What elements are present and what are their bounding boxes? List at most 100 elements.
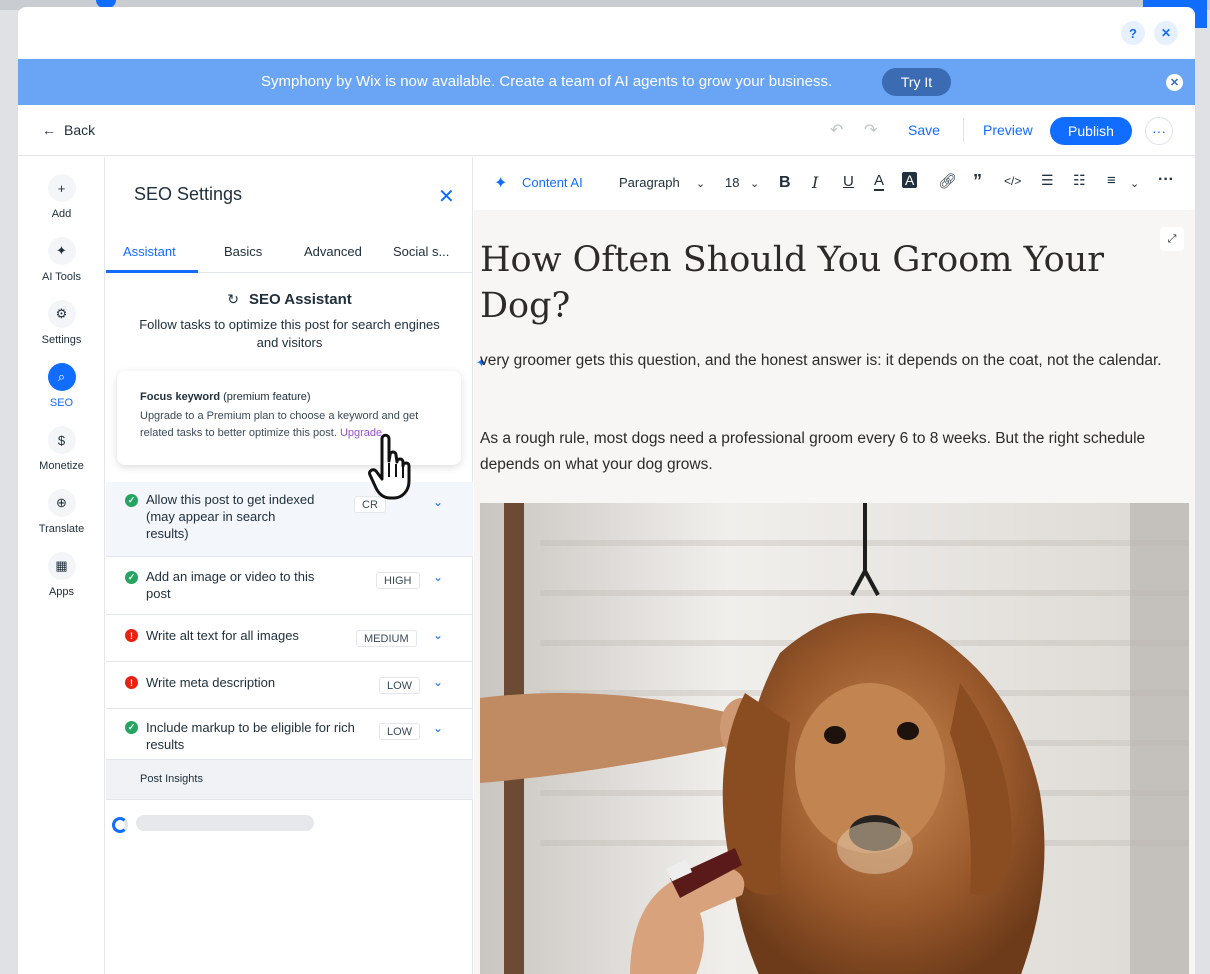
bulleted-list-icon[interactable]: ☷	[1073, 172, 1086, 189]
post-insights-label: Post Insights	[140, 773, 203, 785]
panel-close-icon[interactable]: ✕	[438, 184, 455, 209]
check-circle-icon: ✓	[125, 571, 138, 584]
app-backdrop: ? ✕ Symphony by Wix is now available. Cr…	[0, 0, 1210, 974]
bold-icon[interactable]: B	[779, 174, 791, 192]
post-image[interactable]	[480, 503, 1189, 974]
chevron-down-icon[interactable]: ⌄	[433, 628, 443, 642]
chevron-down-icon[interactable]: ⌄	[433, 495, 443, 509]
preview-button[interactable]: Preview	[983, 122, 1033, 138]
sparkle-icon: ✦	[47, 237, 76, 265]
apps-grid-icon: ▦	[47, 552, 76, 580]
post-title[interactable]: How Often Should You Groom Your Dog?	[480, 237, 1160, 329]
post-paragraph[interactable]: As a rough rule, most dogs need a profes…	[480, 426, 1180, 478]
priority-badge: LOW	[379, 723, 421, 740]
active-tab-indicator	[106, 270, 198, 273]
error-circle-icon: !	[125, 629, 138, 642]
sidebar-item-seo[interactable]: ⌕ SEO	[18, 363, 105, 409]
seo-assistant-subtitle: Follow tasks to optimize this post for s…	[139, 317, 440, 350]
highlight-icon[interactable]: A	[902, 172, 918, 188]
code-icon[interactable]: </>	[1004, 174, 1021, 188]
link-icon[interactable]: 🔗︎	[938, 172, 957, 190]
priority-badge: LOW	[379, 677, 421, 694]
tab-advanced[interactable]: Advanced	[304, 244, 362, 259]
sidebar-label: Translate	[38, 523, 85, 535]
toolbar-divider	[963, 118, 964, 142]
chevron-down-icon[interactable]: ⌄	[433, 570, 443, 584]
dog-grooming-photo	[480, 503, 1189, 974]
premium-feature-note: (premium feature)	[220, 391, 311, 403]
sidebar-item-apps[interactable]: ▦ Apps	[18, 552, 105, 598]
help-icon[interactable]: ?	[1121, 21, 1145, 45]
numbered-list-icon[interactable]: ☰	[1041, 172, 1054, 189]
refresh-icon: ↻	[227, 291, 239, 307]
close-icon[interactable]: ✕	[1154, 21, 1178, 45]
align-left-icon[interactable]: ≡	[1107, 172, 1116, 189]
underline-icon[interactable]: U	[843, 173, 854, 190]
more-actions-button[interactable]: ···	[1145, 117, 1173, 145]
more-icon[interactable]: ···	[1158, 171, 1174, 189]
sidebar-item-translate[interactable]: ⊕ Translate	[18, 489, 105, 535]
paragraph-style-select[interactable]: Paragraph	[619, 175, 680, 190]
check-circle-icon: ✓	[125, 721, 138, 734]
chevron-down-icon[interactable]: ⌄	[433, 675, 443, 689]
search-icon: ⌕	[47, 363, 76, 391]
italic-icon[interactable]: I	[812, 173, 818, 192]
seo-assistant-title: SEO Assistant	[248, 291, 352, 308]
banner-close-icon[interactable]: ✕	[1166, 74, 1183, 91]
text-color-icon[interactable]: A	[874, 173, 885, 191]
focus-keyword-title: Focus keyword (premium feature)	[140, 391, 311, 403]
check-circle-icon: ✓	[125, 494, 138, 507]
chevron-down-icon[interactable]: ⌄	[433, 721, 443, 735]
hand-cursor-icon	[368, 433, 411, 500]
announcement-banner: Symphony by Wix is now available. Create…	[18, 59, 1195, 105]
sidebar-label: Monetize	[39, 460, 84, 472]
task-label: Write alt text for all images	[146, 628, 299, 643]
try-it-button[interactable]: Try It	[882, 68, 951, 96]
chevron-down-icon[interactable]: ⌄	[750, 177, 759, 190]
task-item-alt-text[interactable]: ! Write alt text for all images MEDIUM ⌄	[106, 615, 473, 662]
save-button[interactable]: Save	[908, 122, 940, 138]
loading-placeholder	[136, 815, 314, 831]
loading-spinner-icon	[112, 817, 128, 833]
sidebar-item-ai-tools[interactable]: ✦ AI Tools	[18, 237, 105, 283]
task-label: Write meta description	[146, 675, 276, 690]
sparkle-icon: ✦	[494, 175, 508, 192]
post-paragraph[interactable]: very groomer gets this question, and the…	[480, 348, 1180, 374]
task-item-media[interactable]: ✓ Add an image or video to this post HIG…	[106, 557, 473, 615]
post-insights-section[interactable]: Post Insights	[106, 760, 473, 800]
chevron-down-icon[interactable]: ⌄	[1130, 177, 1139, 190]
task-item-markup[interactable]: ✓ Include markup to be eligible for rich…	[106, 709, 473, 760]
back-button[interactable]: ← Back	[42, 122, 95, 138]
undo-icon[interactable]: ↶	[830, 120, 843, 140]
focus-keyword-label: Focus keyword	[140, 391, 221, 403]
error-circle-icon: !	[125, 676, 138, 689]
task-label: Include markup to be eligible for rich r…	[146, 720, 355, 752]
task-label: Allow this post to get indexed (may appe…	[146, 492, 315, 541]
banner-text: Symphony by Wix is now available. Create…	[261, 73, 833, 90]
modal-header: ? ✕	[18, 7, 1195, 59]
redo-icon[interactable]: ↷	[864, 120, 877, 140]
gear-icon: ⚙	[47, 300, 76, 328]
content-ai-button[interactable]: Content AI	[522, 175, 583, 190]
seo-settings-panel: SEO Settings ✕ Assistant Basics Advanced…	[106, 157, 473, 974]
sidebar-label: AI Tools	[42, 271, 81, 283]
sidebar-item-monetize[interactable]: $ Monetize	[18, 426, 105, 472]
tab-social[interactable]: Social s...	[393, 244, 449, 259]
chevron-down-icon[interactable]: ⌄	[696, 177, 705, 190]
text-formatting-toolbar: ✦ Content AI Paragraph ⌄ 18 ⌄ B I U A A …	[474, 157, 1195, 210]
back-label: Back	[64, 122, 96, 138]
font-size-select[interactable]: 18	[725, 175, 739, 190]
task-label: Add an image or video to this post	[146, 569, 315, 601]
tab-assistant[interactable]: Assistant	[123, 244, 176, 259]
globe-icon: ⊕	[47, 489, 76, 517]
tab-basics[interactable]: Basics	[224, 244, 262, 259]
seo-assistant-header: ↻ SEO Assistant	[106, 291, 473, 308]
seo-tabs: Assistant Basics Advanced Social s...	[106, 237, 473, 273]
sidebar-item-settings[interactable]: ⚙ Settings	[18, 300, 105, 346]
quote-icon[interactable]: ”	[973, 171, 982, 192]
task-item-meta-description[interactable]: ! Write meta description LOW ⌄	[106, 662, 473, 709]
expand-icon[interactable]: ⤢	[1160, 227, 1184, 251]
dollar-icon: $	[47, 426, 76, 454]
sidebar-item-add[interactable]: + Add	[18, 174, 105, 220]
publish-button[interactable]: Publish	[1050, 117, 1132, 145]
